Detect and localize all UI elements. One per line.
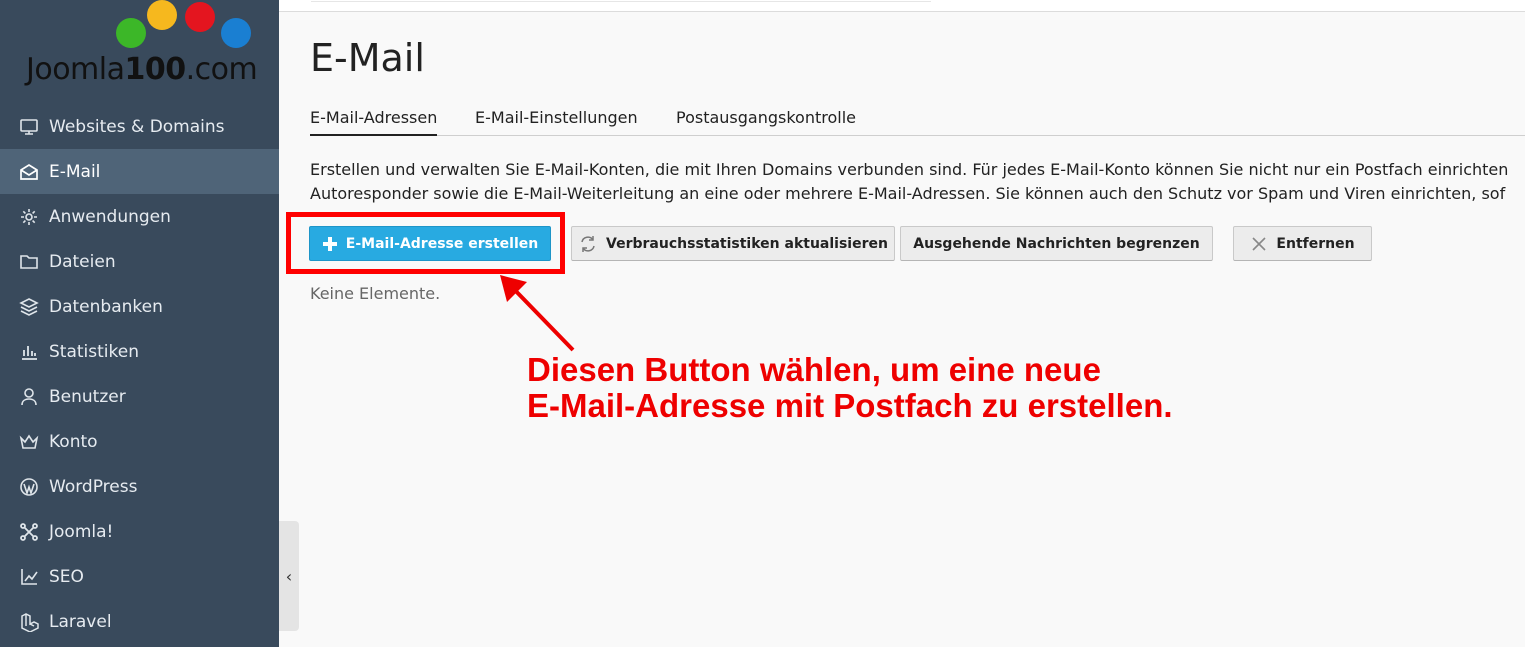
annotation-text: Diesen Button wählen, um eine neue E-Mai… [527,352,1173,424]
sidebar-item-dateien[interactable]: Dateien [0,239,279,284]
logo-dot-yellow [147,0,177,30]
limit-outgoing-button-label: Ausgehende Nachrichten begrenzen [913,235,1200,252]
sidebar-item-joomla[interactable]: Joomla! [0,509,279,554]
search-bar[interactable] [311,0,931,2]
sidebar-item-label: Anwendungen [49,206,171,227]
sidebar-item-label: Benutzer [49,386,126,407]
sidebar-item-websites-domains[interactable]: Websites & Domains [0,104,279,149]
update-statistics-button-label: Verbrauchsstatistiken aktualisieren [606,235,888,252]
logo-dot-green [116,18,146,48]
mail-icon [18,161,40,183]
laravel-icon [18,611,40,633]
sidebar-item-label: WordPress [49,476,138,497]
sidebar-item-laravel[interactable]: Laravel [0,599,279,644]
tab-email-adressen[interactable]: E-Mail-Adressen [310,104,438,136]
remove-button[interactable]: Entfernen [1233,226,1372,261]
sidebar-item-label: Websites & Domains [49,116,225,137]
sidebar-collapse-button[interactable]: ‹ [279,521,299,631]
logo[interactable]: Joomla100.com [0,0,279,104]
description-line-2: Autoresponder sowie die E-Mail-Weiterlei… [310,184,1506,203]
highlight-box [286,212,565,274]
monitor-icon [18,116,40,138]
crown-icon [18,431,40,453]
sidebar-item-benutzer[interactable]: Benutzer [0,374,279,419]
tab-email-einstellungen[interactable]: E-Mail-Einstellungen [475,104,638,136]
update-statistics-button[interactable]: Verbrauchsstatistiken aktualisieren [571,226,895,261]
empty-state-text: Keine Elemente. [310,284,441,303]
sidebar-item-konto[interactable]: Konto [0,419,279,464]
sidebar-item-email[interactable]: E-Mail [0,149,279,194]
sidebar-item-label: Datenbanken [49,296,163,317]
sidebar-nav: Websites & Domains E-Mail Anwendungen Da… [0,104,279,644]
description: Erstellen und verwalten Sie E-Mail-Konte… [310,158,1525,206]
sidebar-item-anwendungen[interactable]: Anwendungen [0,194,279,239]
sidebar-item-label: E-Mail [49,161,101,182]
sidebar-item-label: Statistiken [49,341,139,362]
sidebar-item-label: Laravel [49,611,112,632]
annotation-line-1: Diesen Button wählen, um eine neue [527,351,1101,388]
chevron-left-icon: ‹ [285,566,293,586]
user-icon [18,386,40,408]
logo-dot-red [185,2,215,32]
sidebar-item-label: Joomla! [49,521,114,542]
tab-bar: E-Mail-Adressen E-Mail-Einstellungen Pos… [310,104,1525,136]
sidebar-item-label: SEO [49,566,84,587]
logo-text: Joomla100.com [26,52,258,87]
refresh-icon [578,235,598,253]
description-line-1: Erstellen und verwalten Sie E-Mail-Konte… [310,160,1509,179]
logo-dot-blue [221,18,251,48]
sidebar-item-wordpress[interactable]: WordPress [0,464,279,509]
sidebar-item-statistiken[interactable]: Statistiken [0,329,279,374]
remove-button-label: Entfernen [1276,235,1355,252]
layers-icon [18,296,40,318]
trend-chart-icon [18,566,40,588]
bar-chart-icon [18,341,40,363]
annotation-line-2: E-Mail-Adresse mit Postfach zu erstellen… [527,387,1173,424]
sidebar-item-label: Dateien [49,251,116,272]
close-icon [1250,235,1268,253]
joomla-icon [18,521,40,543]
gear-icon [18,206,40,228]
folder-icon [18,251,40,273]
annotation-arrow [500,275,575,352]
wordpress-icon [18,476,40,498]
limit-outgoing-button[interactable]: Ausgehende Nachrichten begrenzen [900,226,1213,261]
sidebar-item-label: Konto [49,431,98,452]
sidebar: Joomla100.com Websites & Domains E-Mail … [0,0,279,647]
tab-postausgangskontrolle[interactable]: Postausgangskontrolle [676,104,856,136]
sidebar-item-datenbanken[interactable]: Datenbanken [0,284,279,329]
page-title: E-Mail [310,36,425,80]
top-bar [279,0,1525,12]
sidebar-item-seo[interactable]: SEO [0,554,279,599]
